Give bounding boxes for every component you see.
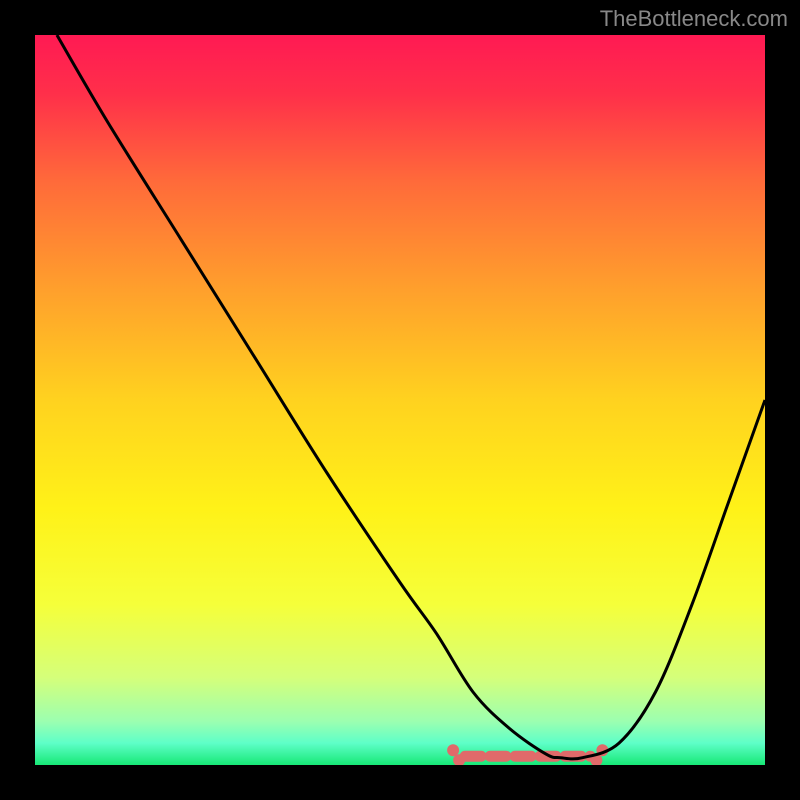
bottleneck-curve [57,35,765,759]
optimal-zone-marker [447,744,608,765]
plot-area [35,35,765,765]
chart-container: TheBottleneck.com [0,0,800,800]
watermark-text: TheBottleneck.com [600,6,788,32]
curve-layer [35,35,765,765]
